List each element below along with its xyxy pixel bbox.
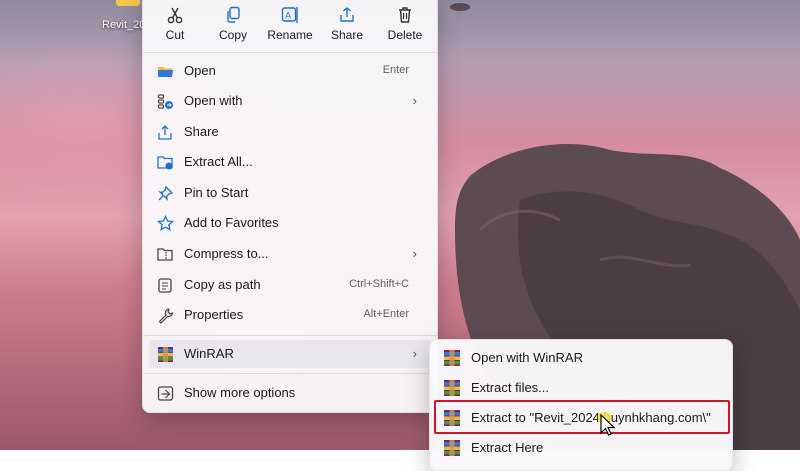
share-toolbar-button[interactable]: Share xyxy=(318,1,376,45)
desktop-file-label[interactable]: Revit_20 xyxy=(102,19,145,31)
menu-item-open[interactable]: Open Enter xyxy=(149,57,431,85)
delete-label: Delete xyxy=(387,28,423,42)
copy-button[interactable]: Copy xyxy=(204,1,262,45)
rename-icon: A xyxy=(281,7,298,23)
menu-item-open-with[interactable]: Open with › xyxy=(149,87,431,115)
chevron-right-icon: › xyxy=(412,93,417,108)
context-menu-toolbar: Cut Copy A Rename Share Delete xyxy=(143,1,437,45)
winrar-icon xyxy=(444,380,460,396)
menu-item-show-more-options[interactable]: Show more options xyxy=(149,379,431,407)
wrench-icon xyxy=(158,308,174,324)
menu-item-winrar[interactable]: WinRAR › xyxy=(149,340,431,368)
menu-divider xyxy=(143,52,437,53)
svg-text:A: A xyxy=(285,12,292,22)
chevron-right-icon: › xyxy=(412,246,417,261)
pin-icon xyxy=(158,185,174,201)
star-icon xyxy=(157,215,174,232)
share-icon xyxy=(340,7,354,22)
winrar-icon xyxy=(444,350,460,366)
scissors-icon xyxy=(167,7,183,24)
cut-label: Cut xyxy=(165,28,185,42)
more-options-icon xyxy=(157,386,174,401)
compress-icon xyxy=(157,248,173,261)
menu-divider xyxy=(143,335,437,336)
extract-icon xyxy=(157,156,173,170)
menu-item-add-to-favorites[interactable]: Add to Favorites xyxy=(149,209,431,237)
chevron-right-icon: › xyxy=(412,346,417,361)
menu-item-share[interactable]: Share xyxy=(149,118,431,146)
folder-open-icon xyxy=(158,67,173,77)
desktop-file-icon[interactable] xyxy=(116,0,140,6)
winrar-icon xyxy=(158,347,173,362)
menu-divider xyxy=(143,373,437,374)
mouse-cursor-icon xyxy=(598,413,616,436)
submenu-item-open-with-winrar[interactable]: Open with WinRAR xyxy=(436,344,726,372)
delete-button[interactable]: Delete xyxy=(376,1,434,45)
share-icon xyxy=(158,125,172,140)
share-toolbar-label: Share xyxy=(330,28,364,42)
rename-label: Rename xyxy=(267,28,313,42)
open-with-icon xyxy=(157,94,173,109)
path-icon xyxy=(158,278,172,293)
winrar-icon xyxy=(444,440,460,456)
copy-icon xyxy=(227,6,240,23)
submenu-item-extract-here[interactable]: Extract Here xyxy=(436,434,726,462)
menu-item-copy-as-path[interactable]: Copy as path Ctrl+Shift+C xyxy=(149,271,431,299)
menu-item-pin-to-start[interactable]: Pin to Start xyxy=(149,179,431,207)
menu-item-extract-all[interactable]: Extract All... xyxy=(149,148,431,176)
annotation-highlight-box xyxy=(434,400,730,434)
submenu-item-extract-files[interactable]: Extract files... xyxy=(436,374,726,402)
context-menu: Cut Copy A Rename Share Delete Open Ente… xyxy=(142,0,438,413)
trash-icon xyxy=(399,7,411,23)
rename-button[interactable]: A Rename xyxy=(261,1,319,45)
menu-item-compress-to[interactable]: Compress to... › xyxy=(149,240,431,268)
cut-button[interactable]: Cut xyxy=(146,1,204,45)
copy-label: Copy xyxy=(218,28,247,42)
menu-item-properties[interactable]: Properties Alt+Enter xyxy=(149,301,431,329)
